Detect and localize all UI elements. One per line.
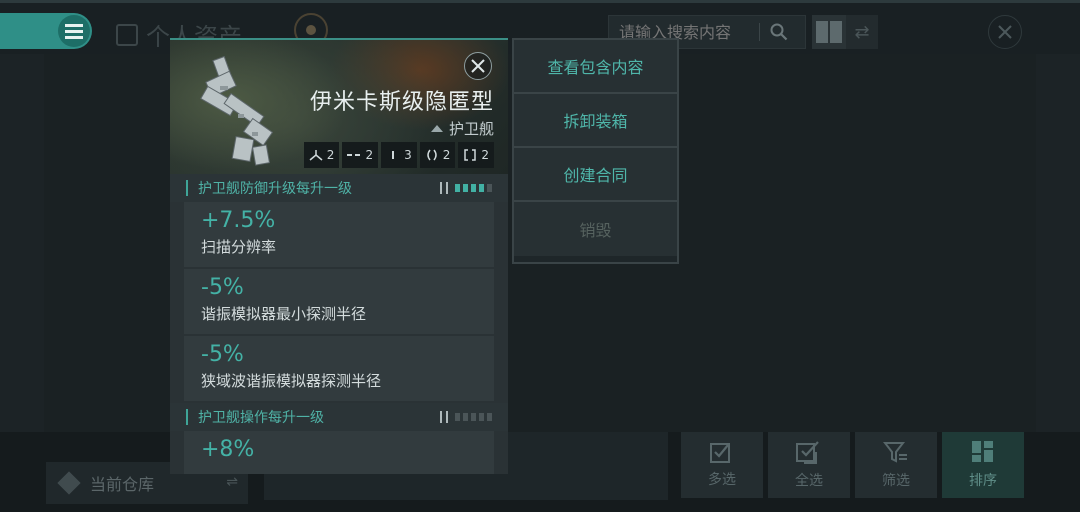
subsystem-slot: 2 [458,142,494,168]
high-slot: 2 [303,142,340,168]
section-accent-bar [186,180,188,196]
level-pip [455,184,460,192]
skill-level-indicator [440,411,492,423]
search-icon[interactable] [770,23,788,41]
filter-label: 筛选 [882,473,910,489]
mid-slot-count: 2 [365,148,374,162]
switch-icon: ⇌ [226,474,238,490]
bonus-description: 狭域波谐振模拟器探测半径 [201,372,382,390]
filter-button[interactable]: 筛选 [855,432,937,498]
bonus-item: -5% 狭域波谐振模拟器探测半径 [184,336,494,401]
level-pip [471,413,476,421]
level-pip [471,184,476,192]
select-all-button[interactable]: 全选 [768,432,850,498]
rig-slot: 2 [419,142,456,168]
section-title: 护卫舰防御升级每升一级 [198,181,352,197]
skill-level-indicator [440,182,492,194]
view-contents-menu-item[interactable]: 查看包含内容 [514,40,677,94]
low-slot: 3 [381,142,417,168]
skill-dna-icon [440,182,448,194]
level-pip [463,184,468,192]
multi-select-button[interactable]: 多选 [681,432,763,498]
frigate-class-icon [430,125,443,132]
low-slot-count: 3 [404,148,412,162]
create-contract-menu-item[interactable]: 创建合同 [514,148,677,202]
bonus-item: -5% 谐振模拟器最小探测半径 [184,269,494,334]
ship-name: 伊米卡斯级隐匿型 [309,90,494,115]
low-slot-icon [392,151,395,159]
mid-slot-icon [347,154,361,156]
bonus-value: -5% [201,342,244,367]
warehouse-label: 当前仓库 [90,475,155,494]
close-icon [471,59,485,73]
subsystem-slot-icon [464,149,477,161]
safe-icon [116,23,138,46]
bonus-value: -5% [201,275,244,300]
check-all-icon [796,441,819,464]
bonus-description: 谐振模拟器最小探测半径 [201,305,367,323]
ship-image-icon [200,55,274,166]
destroy-menu-item: 销毁 [514,202,677,256]
context-menu: 查看包含内容 拆卸装箱 创建合同 销毁 [512,38,679,264]
main-menu-button[interactable] [0,13,92,49]
repackage-menu-item[interactable]: 拆卸装箱 [514,94,677,148]
ship-header: 伊米卡斯级隐匿型 护卫舰 2 2 3 2 2 [170,40,508,174]
section-title: 护卫舰操作每升一级 [198,410,324,426]
ship-class: 护卫舰 [430,118,494,139]
sort-grid-icon [972,441,993,462]
close-icon [998,25,1012,39]
level-pip [487,184,492,192]
bonus-item: +8% [184,431,494,474]
bonus-value: +8% [201,437,255,462]
high-slot-count: 2 [326,148,335,162]
warehouse-icon [57,471,81,495]
ship-class-label: 护卫舰 [448,120,494,138]
hamburger-icon [65,24,83,39]
sort-label: 排序 [969,473,997,489]
rig-slot-icon [426,149,437,161]
level-pip [479,184,484,192]
checkbox-icon [710,443,730,463]
select-all-label: 全选 [795,473,823,489]
level-pip [479,413,484,421]
filter-icon [883,442,907,463]
search-divider [759,23,760,41]
multi-select-label: 多选 [708,472,736,488]
rig-slot-count: 2 [442,148,451,162]
bonus-value: +7.5% [201,208,276,233]
high-slot-icon [309,150,323,161]
level-pip [455,413,460,421]
sort-button[interactable]: 排序 [942,432,1024,498]
mid-slot: 2 [342,142,379,168]
view-toggle[interactable]: ⇄ [812,15,878,49]
skill-section-header: 护卫舰操作每升一级 [170,403,508,431]
level-pip [487,413,492,421]
level-pip [463,413,468,421]
skill-dna-icon [440,411,448,423]
swap-view-icon[interactable]: ⇄ [846,15,878,49]
top-close-button[interactable] [988,15,1022,49]
panel-close-button[interactable] [464,52,492,80]
subsystem-slot-count: 2 [481,148,489,162]
skill-section-header: 护卫舰防御升级每升一级 [170,174,508,202]
ship-info-panel: 伊米卡斯级隐匿型 护卫舰 2 2 3 2 2 护卫舰防御升级每升一级 +7.5%… [170,38,508,474]
bonus-description: 扫描分辨率 [201,238,277,256]
bonus-item: +7.5% 扫描分辨率 [184,202,494,267]
section-accent-bar [186,409,188,425]
slot-summary: 2 2 3 2 2 [303,142,494,168]
grid-view-icon[interactable] [812,15,846,49]
